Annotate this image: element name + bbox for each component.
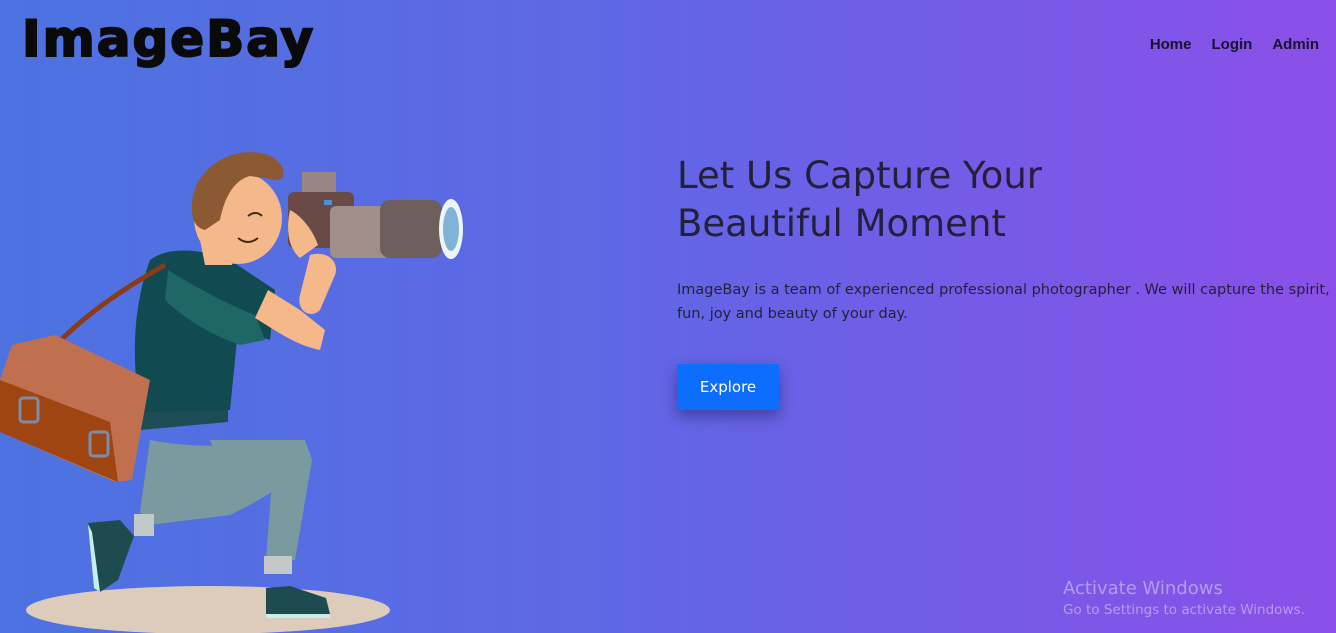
- photographer-illustration: [0, 152, 463, 633]
- nav-login-link[interactable]: Login: [1212, 36, 1253, 53]
- hero-title-line2: Beautiful Moment: [677, 202, 1006, 245]
- lens-glass: [443, 207, 459, 251]
- explore-button[interactable]: Explore: [677, 364, 779, 410]
- main-nav: Home Login Admin: [1150, 36, 1319, 53]
- camera-lens: [380, 200, 442, 258]
- camera-top: [302, 172, 336, 192]
- hand: [299, 253, 336, 315]
- hero-title-line1: Let Us Capture Your: [677, 154, 1042, 197]
- activate-windows-watermark: Activate Windows Go to Settings to activ…: [1063, 578, 1305, 620]
- back-cuff: [134, 514, 154, 536]
- front-shoe: [266, 586, 330, 616]
- watermark-subtitle: Go to Settings to activate Windows.: [1063, 602, 1305, 618]
- hero-description: ImageBay is a team of experienced profes…: [677, 282, 1330, 322]
- nav-home-link[interactable]: Home: [1150, 36, 1192, 53]
- nav-admin-link[interactable]: Admin: [1272, 36, 1319, 53]
- brand-logo[interactable]: ImageBay: [21, 9, 315, 69]
- ground-shadow: [26, 586, 390, 633]
- hero-title: Let Us Capture Your Beautiful Moment: [677, 152, 1197, 248]
- watermark-title: Activate Windows: [1063, 578, 1223, 599]
- front-cuff: [264, 556, 292, 574]
